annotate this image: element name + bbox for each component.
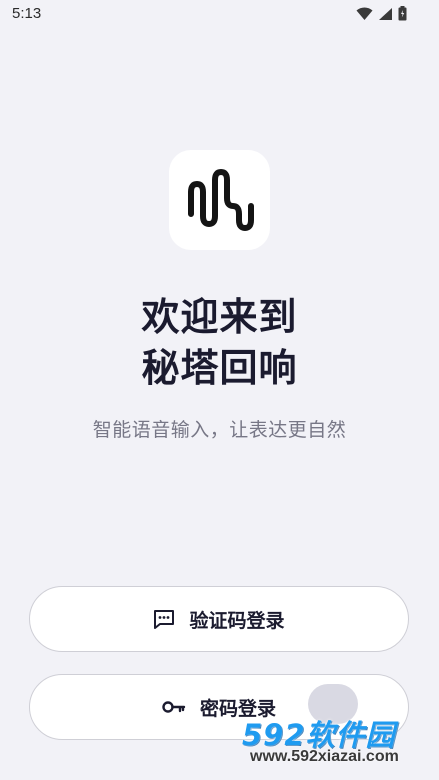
wifi-icon [356,6,373,25]
signal-icon [378,6,393,25]
title-line-1: 欢迎来到 [141,295,298,339]
battery-icon [398,6,407,25]
status-icons [356,6,407,25]
password-login-label: 密码登录 [199,697,276,720]
sms-login-button[interactable]: 验证码登录 [29,586,409,652]
app-logo [169,150,270,250]
welcome-title: 欢迎来到 秘塔回响 [0,292,439,394]
status-time: 5:13 [12,5,42,22]
password-login-button[interactable]: 密码登录 [29,674,409,740]
watermark-url: www.592xiazai.com [250,748,399,765]
status-bar: 5:13 [0,0,439,30]
subtitle: 智能语音输入，让表达更自然 [92,419,347,441]
key-icon [162,701,186,713]
title-line-2: 秘塔回响 [141,346,298,390]
sound-wave-logo-icon [187,169,254,231]
message-dots-icon [154,610,175,629]
sms-login-label: 验证码登录 [189,609,285,632]
